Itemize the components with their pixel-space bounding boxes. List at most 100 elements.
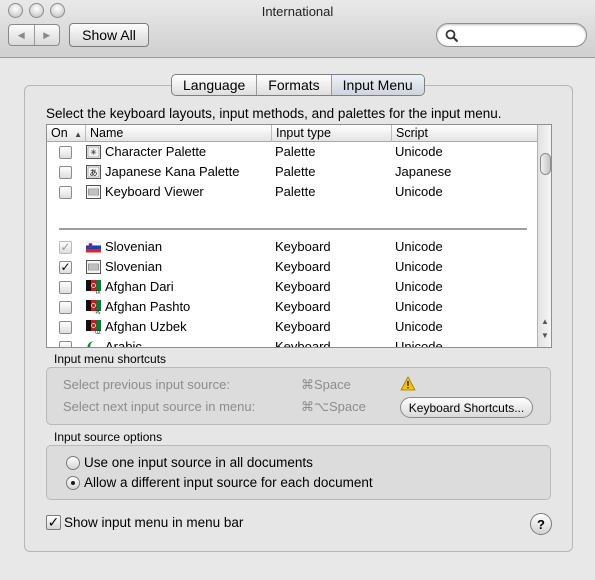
scroll-down-arrow-icon[interactable]: ▼: [541, 331, 549, 340]
keyboard-shortcuts-button[interactable]: Keyboard Shortcuts...: [400, 397, 533, 418]
column-on-label: On: [51, 126, 68, 140]
next-source-shortcut: ⌘⌥Space: [301, 399, 366, 414]
row-name: Arabic: [105, 339, 142, 348]
next-source-label: Select next input source in menu:: [63, 399, 256, 414]
row-name: Afghan Pashto: [105, 299, 191, 314]
table-row[interactable]: PS Afghan Pashto Keyboard Unicode: [47, 297, 537, 317]
row-name: Keyboard Viewer: [105, 184, 204, 199]
row-name: Slovenian: [105, 239, 163, 254]
afghan-flag-icon: PS: [86, 300, 101, 314]
column-header-script[interactable]: Script: [392, 125, 537, 142]
row-input-type: Keyboard: [275, 319, 331, 334]
row-name: Japanese Kana Palette: [105, 164, 240, 179]
radio-one-source-label: Use one input source in all documents: [84, 455, 313, 470]
row-checkbox[interactable]: [59, 186, 72, 199]
row-script: Unicode: [395, 144, 443, 159]
table-row[interactable]: ✳ Character Palette Palette Unicode: [47, 142, 537, 162]
instruction-text: Select the keyboard layouts, input metho…: [46, 106, 502, 121]
row-script: Unicode: [395, 319, 443, 334]
table-row[interactable]: あ Japanese Kana Palette Palette Japanese: [47, 162, 537, 182]
sort-ascending-icon: ▲: [74, 130, 83, 139]
warning-icon: [400, 376, 416, 391]
previous-source-label: Select previous input source:: [63, 377, 230, 392]
title-bar: International ◀ ▶ Show All: [0, 0, 595, 58]
row-script: Unicode: [395, 239, 443, 254]
tab-bar: Language Formats Input Menu: [171, 74, 425, 96]
row-checkbox[interactable]: ✓: [59, 241, 72, 254]
search-icon: [445, 29, 459, 43]
shortcuts-group-label: Input menu shortcuts: [54, 352, 167, 366]
input-sources-table: On ▲ Name Input type Script ✳ Character …: [46, 124, 552, 348]
column-header-on[interactable]: On ▲: [47, 125, 86, 142]
row-script: Unicode: [395, 279, 443, 294]
source-options-group: [46, 445, 551, 500]
tab-formats[interactable]: Formats: [256, 75, 330, 95]
column-header-input-type[interactable]: Input type: [272, 125, 392, 142]
row-script: Japanese: [395, 164, 452, 179]
tab-language[interactable]: Language: [172, 75, 256, 95]
row-input-type: Keyboard: [275, 299, 331, 314]
international-preferences-window: International ◀ ▶ Show All Language Form…: [0, 0, 595, 580]
table-header: On ▲ Name Input type Script: [47, 125, 537, 142]
slovenia-flag-icon: [86, 241, 101, 253]
svg-text:PS: PS: [96, 310, 101, 314]
row-input-type: Palette: [275, 144, 316, 159]
search-field[interactable]: [436, 23, 587, 47]
tab-input-menu[interactable]: Input Menu: [330, 75, 424, 95]
row-name: Afghan Uzbek: [105, 319, 187, 334]
table-row[interactable]: ✓ Slovenian Keyboard Unicode: [47, 237, 537, 257]
row-checkbox[interactable]: ✓: [59, 261, 72, 274]
help-button[interactable]: ?: [530, 513, 552, 535]
window-title: International: [261, 4, 334, 19]
character-palette-icon: ✳: [86, 145, 101, 159]
row-checkbox[interactable]: [59, 281, 72, 294]
row-checkbox[interactable]: [59, 146, 72, 159]
show-input-menu-checkbox[interactable]: ✓: [46, 515, 61, 530]
svg-text:✳: ✳: [90, 148, 97, 157]
afghan-flag-icon: FA: [86, 280, 101, 294]
svg-text:UZ: UZ: [95, 330, 101, 334]
row-name: Slovenian: [105, 259, 163, 274]
row-checkbox[interactable]: [59, 301, 72, 314]
radio-one-source-all-documents[interactable]: [66, 456, 80, 470]
table-separator: [59, 228, 527, 230]
row-input-type: Keyboard: [275, 239, 331, 254]
row-name: Afghan Dari: [105, 279, 174, 294]
row-input-type: Palette: [275, 184, 316, 199]
back-button[interactable]: ◀: [9, 25, 34, 45]
keyboard-viewer-icon: [86, 185, 101, 199]
radio-different-source-each-document[interactable]: [66, 476, 80, 490]
row-script: Unicode: [395, 259, 443, 274]
row-script: Unicode: [395, 339, 443, 348]
table-scrollbar[interactable]: ▲ ▼: [537, 125, 551, 347]
table-row[interactable]: ✓ Slovenian Keyboard Unicode: [47, 257, 537, 277]
table-row[interactable]: FA Afghan Dari Keyboard Unicode: [47, 277, 537, 297]
forward-button[interactable]: ▶: [33, 25, 60, 45]
show-input-menu-label: Show input menu in menu bar: [64, 515, 244, 530]
afghan-flag-icon: UZ: [86, 320, 101, 334]
scrollbar-thumb[interactable]: [540, 153, 551, 175]
source-options-group-label: Input source options: [54, 430, 163, 444]
row-input-type: Palette: [275, 164, 316, 179]
row-name: Character Palette: [105, 144, 207, 159]
row-checkbox[interactable]: [59, 341, 72, 347]
row-input-type: Keyboard: [275, 339, 331, 348]
row-checkbox[interactable]: [59, 321, 72, 334]
row-input-type: Keyboard: [275, 259, 331, 274]
table-row[interactable]: Arabic Keyboard Unicode: [47, 337, 537, 348]
radio-different-source-label: Allow a different input source for each …: [84, 475, 373, 490]
row-checkbox[interactable]: [59, 166, 72, 179]
row-input-type: Keyboard: [275, 279, 331, 294]
svg-text:あ: あ: [90, 169, 98, 178]
back-forward-control: ◀ ▶: [8, 24, 60, 46]
table-row[interactable]: UZ Afghan Uzbek Keyboard Unicode: [47, 317, 537, 337]
show-all-button[interactable]: Show All: [69, 23, 149, 47]
previous-source-shortcut: ⌘Space: [301, 377, 351, 392]
row-script: Unicode: [395, 299, 443, 314]
crescent-icon: [87, 341, 100, 347]
column-header-name[interactable]: Name: [86, 125, 272, 142]
scroll-up-arrow-icon[interactable]: ▲: [541, 317, 549, 326]
svg-text:FA: FA: [96, 290, 101, 294]
table-row[interactable]: Keyboard Viewer Palette Unicode: [47, 182, 537, 202]
keyboard-icon: [86, 260, 101, 274]
